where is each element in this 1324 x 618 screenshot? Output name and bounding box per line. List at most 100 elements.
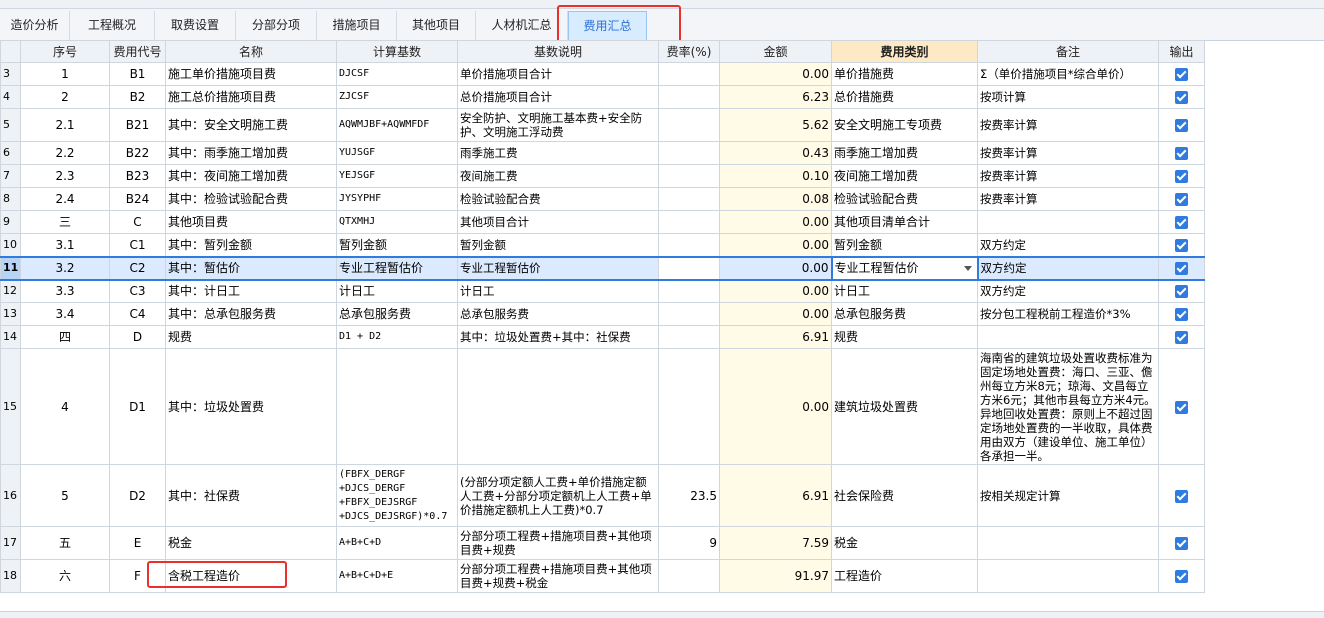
table-row[interactable]: 7 2.3 B23 其中：夜间施工增加费 YEJSGF 夜间施工费 0.10 夜间施工增加费按… xyxy=(0,164,1205,188)
cell-base-desc[interactable]: 安全防护、文明施工基本费+安全防护、文明施工浮动费 xyxy=(457,108,659,142)
cell-amount[interactable]: 0.00 xyxy=(719,62,832,86)
cell-name[interactable]: 其中：暂估价 xyxy=(165,255,337,281)
cell-remark[interactable] xyxy=(977,325,1159,349)
tab-sub-items[interactable]: 分部分项 xyxy=(236,11,317,40)
cell-base-desc[interactable] xyxy=(457,348,659,465)
cell-remark[interactable]: 按费率计算 xyxy=(977,187,1159,211)
cell-rate[interactable] xyxy=(658,187,720,211)
cell-code[interactable]: D1 xyxy=(109,348,166,465)
cell-base[interactable] xyxy=(336,348,458,465)
cell-name[interactable]: 其中：计日工 xyxy=(165,279,337,303)
cell-remark[interactable] xyxy=(977,210,1159,234)
table-row[interactable]: 8 2.4 B24 其中：检验试验配合费 JYSYPHF 检验试验配合费 0.08 检验试验配… xyxy=(0,187,1205,211)
cell-amount[interactable]: 7.59 xyxy=(719,526,832,560)
cell-amount[interactable]: 6.91 xyxy=(719,464,832,527)
cell-rate[interactable] xyxy=(658,325,720,349)
cell-amount[interactable]: 6.23 xyxy=(719,85,832,109)
cell-amount[interactable]: 6.91 xyxy=(719,325,832,349)
cell-base[interactable]: 计日工 xyxy=(336,279,458,303)
cell-base[interactable]: D1 + D2 xyxy=(336,325,458,349)
table-row[interactable]: 6 2.2 B22 其中：雨季施工增加费 YUJSGF 雨季施工费 0.43 雨季施工增加费按… xyxy=(0,141,1205,165)
cell-base[interactable]: ZJCSF xyxy=(336,85,458,109)
cell-remark[interactable]: 双方约定 xyxy=(977,233,1159,257)
tab-project-overview[interactable]: 工程概况 xyxy=(70,11,155,40)
cell-name[interactable]: 其中：社保费 xyxy=(165,464,337,527)
cell-base[interactable]: 专业工程暂估价 xyxy=(336,255,458,281)
cell-base-desc[interactable]: (分部分项定额人工费+单价措施定额人工费+分部分项定额机上人工费+单价措施定额机… xyxy=(457,464,659,527)
cell-base[interactable]: (FBFX_DERGF +DJCS_DERGF +FBFX_DEJSRGF +D… xyxy=(336,464,458,527)
cell-rate[interactable] xyxy=(658,559,720,593)
cell-rate[interactable] xyxy=(658,164,720,188)
cell-base-desc[interactable]: 检验试验配合费 xyxy=(457,187,659,211)
cell-base[interactable]: YUJSGF xyxy=(336,141,458,165)
output-checkbox[interactable] xyxy=(1175,91,1188,104)
cell-rate[interactable] xyxy=(658,279,720,303)
header-category[interactable]: 费用类别 xyxy=(831,40,978,63)
cell-code[interactable]: B2 xyxy=(109,85,166,109)
output-checkbox[interactable] xyxy=(1175,537,1188,550)
table-row[interactable]: 10 3.1 C1 其中：暂列金额 暂列金额 暂列金额 0.00 暂列金额 双方约定 xyxy=(0,233,1205,257)
cell-base[interactable]: YEJSGF xyxy=(336,164,458,188)
cell-remark[interactable]: 按项计算 xyxy=(977,85,1159,109)
table-row[interactable]: 15 4 D1 其中：垃圾处置费 0.00 建筑垃圾处置费 海南省的建筑垃圾处置收费标准为固… xyxy=(0,348,1205,465)
cell-category[interactable]: 工程造价 xyxy=(831,559,978,593)
cell-seq[interactable]: 2.4 xyxy=(20,187,110,211)
cell-base-desc[interactable]: 其他项目合计 xyxy=(457,210,659,234)
table-row[interactable]: 16 5 D2 其中：社保费 (FBFX_DERGF +DJCS_DERGF +FBFX… xyxy=(0,464,1205,527)
cell-base-desc[interactable]: 单价措施项目合计 xyxy=(457,62,659,86)
cell-seq[interactable]: 3.2 xyxy=(20,255,110,281)
header-code[interactable]: 费用代号 xyxy=(109,40,166,63)
cell-code[interactable]: C1 xyxy=(109,233,166,257)
cell-seq[interactable]: 2.1 xyxy=(20,108,110,142)
cell-name[interactable]: 含税工程造价 xyxy=(165,559,337,593)
cell-remark[interactable] xyxy=(977,559,1159,593)
cell-name[interactable]: 其中：安全文明施工费 xyxy=(165,108,337,142)
cell-code[interactable]: D xyxy=(109,325,166,349)
cell-base[interactable]: QTXMHJ xyxy=(336,210,458,234)
output-checkbox[interactable] xyxy=(1175,68,1188,81)
cell-category[interactable]: 单价措施费 xyxy=(831,62,978,86)
cell-name[interactable]: 施工总价措施项目费 xyxy=(165,85,337,109)
cell-base[interactable]: 暂列金额 xyxy=(336,233,458,257)
cell-name[interactable]: 施工单价措施项目费 xyxy=(165,62,337,86)
cell-remark[interactable]: Σ（单价措施项目*综合单价） xyxy=(977,62,1159,86)
table-row[interactable]: 12 3.3 C3 其中：计日工 计日工 计日工 0.00 计日工 双方约定 xyxy=(0,279,1205,303)
cell-rate[interactable] xyxy=(658,210,720,234)
cell-seq[interactable]: 三 xyxy=(20,210,110,234)
cell-name[interactable]: 其中：暂列金额 xyxy=(165,233,337,257)
cell-remark[interactable]: 按相关规定计算 xyxy=(977,464,1159,527)
cell-rate[interactable] xyxy=(658,85,720,109)
cell-base-desc[interactable]: 分部分项工程费+措施项目费+其他项目费+规费+税金 xyxy=(457,559,659,593)
cell-category[interactable]: 雨季施工增加费 xyxy=(831,141,978,165)
table-row[interactable]: 17 五 E 税金 A+B+C+D 分部分项工程费+措施项目费+其他项目费+规费 9 7.59… xyxy=(0,526,1205,560)
cell-base-desc[interactable]: 计日工 xyxy=(457,279,659,303)
cell-base-desc[interactable]: 雨季施工费 xyxy=(457,141,659,165)
cell-name[interactable]: 规费 xyxy=(165,325,337,349)
cell-amount[interactable]: 91.97 xyxy=(719,559,832,593)
output-checkbox[interactable] xyxy=(1175,262,1188,275)
cell-amount[interactable]: 0.08 xyxy=(719,187,832,211)
cell-amount[interactable]: 0.00 xyxy=(719,255,832,281)
cell-seq[interactable]: 五 xyxy=(20,526,110,560)
cell-base-desc[interactable]: 夜间施工费 xyxy=(457,164,659,188)
cell-rate[interactable] xyxy=(658,348,720,465)
header-name[interactable]: 名称 xyxy=(165,40,337,63)
cell-name[interactable]: 其他项目费 xyxy=(165,210,337,234)
output-checkbox[interactable] xyxy=(1175,216,1188,229)
cell-category[interactable]: 总价措施费 xyxy=(831,85,978,109)
cell-base-desc[interactable]: 暂列金额 xyxy=(457,233,659,257)
cell-code[interactable]: F xyxy=(109,559,166,593)
header-remark[interactable]: 备注 xyxy=(977,40,1159,63)
table-row[interactable]: 18 六 F 含税工程造价 A+B+C+D+E 分部分项工程费+措施项目费+其他项目费+规… xyxy=(0,559,1205,593)
cell-rate[interactable] xyxy=(658,62,720,86)
tab-cost-analysis[interactable]: 造价分析 xyxy=(0,11,70,40)
cell-remark[interactable]: 海南省的建筑垃圾处置收费标准为固定场地处置费：海口、三亚、儋州每立方米8元；琼海… xyxy=(977,348,1159,465)
cell-code[interactable]: E xyxy=(109,526,166,560)
cell-amount[interactable]: 0.00 xyxy=(719,279,832,303)
cell-remark[interactable]: 按费率计算 xyxy=(977,164,1159,188)
cell-seq[interactable]: 2.3 xyxy=(20,164,110,188)
cell-name[interactable]: 其中：检验试验配合费 xyxy=(165,187,337,211)
output-checkbox[interactable] xyxy=(1175,285,1188,299)
tab-labor-material-machine[interactable]: 人材机汇总 xyxy=(476,11,568,40)
cell-remark[interactable]: 按费率计算 xyxy=(977,108,1159,142)
